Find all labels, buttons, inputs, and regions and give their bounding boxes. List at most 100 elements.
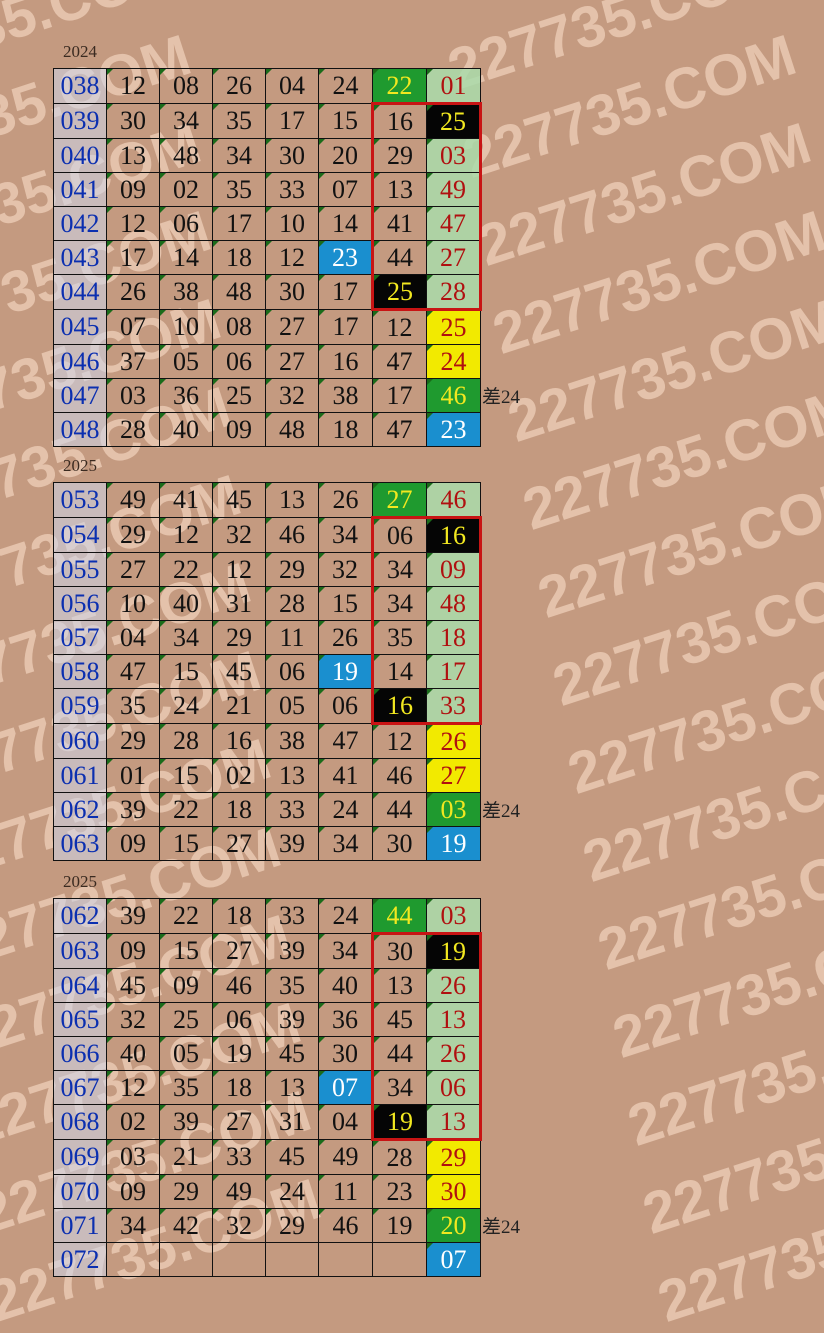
number-cell: 12 [159,517,213,553]
number-cell: 27 [265,309,319,345]
number-cell: 18 [318,412,373,447]
number-cell: 40 [159,586,213,621]
number-cell: 02 [212,758,266,793]
number-cell: 48 [159,138,213,173]
watermark-text: 227735.COM [605,902,824,1071]
number-cell: 18 [212,240,266,275]
number-cell: 17 [318,309,373,345]
number-cell: 30 [372,826,427,861]
number-cell: 12 [372,309,427,345]
number-cell: 21 [159,1139,213,1175]
watermark-text: 227735.COM [470,110,819,279]
issue-number: 067 [53,1070,107,1105]
number-cell: 46 [318,1208,373,1243]
number-cell: 33 [265,792,319,827]
number-cell: 29 [426,1139,481,1175]
number-cell: 13 [106,138,160,173]
issue-number: 053 [53,482,107,518]
number-cell: 27 [106,552,160,587]
watermark-text: 227735.COM [440,0,789,103]
watermark-text: 227735.COM [530,462,824,631]
number-cell: 24 [265,1174,319,1209]
number-cell: 06 [426,1070,482,1105]
number-cell: 49 [318,1139,373,1175]
number-cell: 21 [212,688,266,724]
number-cell: 07 [106,309,160,345]
number-cell [106,1242,160,1277]
table-row: 062 39 22 18 33 24 44 03 [53,898,481,934]
number-cell: 49 [426,172,482,207]
issue-number: 061 [53,758,107,793]
number-cell: 13 [426,1002,482,1037]
number-cell: 19 [426,826,481,861]
number-cell: 24 [318,792,373,827]
number-cell: 41 [159,482,213,518]
number-cell: 24 [318,68,373,104]
number-cell: 35 [159,1070,213,1105]
watermark-text: 227735.COM [620,990,824,1159]
number-cell: 44 [371,240,427,275]
number-cell: 40 [318,968,373,1003]
number-cell: 38 [265,723,319,759]
number-cell: 45 [212,482,266,518]
number-cell: 44 [372,898,427,934]
number-cell: 18 [212,792,266,827]
watermark-text: 227735.COM [455,22,804,191]
issue-number: 055 [53,552,107,587]
table-row: 044 26 38 48 30 17 25 28 [53,274,482,311]
watermark-text: 227735.COM [545,550,824,719]
number-cell: 26 [426,1036,482,1071]
number-cell: 47 [372,344,427,379]
number-cell: 23 [426,412,481,447]
number-cell: 11 [318,1174,373,1209]
number-cell: 14 [318,206,373,241]
number-cell [372,1242,427,1277]
number-cell: 17 [318,274,373,310]
number-cell: 30 [371,932,427,969]
table-row: 066 40 05 19 45 30 44 26 [53,1036,482,1071]
number-cell: 05 [265,688,319,724]
number-cell: 27 [212,1104,266,1140]
number-cell: 19 [372,1208,427,1243]
issue-number: 042 [53,206,107,241]
number-cell: 06 [212,1002,266,1037]
number-cell: 19 [371,1104,427,1141]
number-cell: 47 [106,654,160,689]
number-cell: 47 [372,412,427,447]
number-cell: 10 [159,309,213,345]
number-cell: 46 [426,482,481,518]
number-cell: 03 [426,138,482,173]
table-row: 039 30 34 35 17 15 16 25 [53,102,482,139]
number-cell: 30 [106,103,160,139]
number-cell: 26 [426,723,481,759]
number-cell: 36 [159,378,213,413]
watermark-text: 227735.COM [590,814,824,983]
number-cell: 46 [426,378,481,413]
number-cell: 26 [318,620,373,655]
number-cell: 26 [426,968,482,1003]
issue-number: 060 [53,723,107,759]
issue-number: 044 [53,274,107,310]
number-cell [318,1242,373,1277]
number-cell: 23 [372,1174,427,1209]
issue-number: 047 [53,378,107,413]
issue-number: 039 [53,103,107,139]
table-row: 057 04 34 29 11 26 35 18 [53,620,482,655]
number-cell: 17 [265,103,319,139]
table-row: 063 09 15 27 39 34 30 19 [53,932,482,969]
table-row: 064 45 09 46 35 40 13 26 [53,968,482,1003]
number-cell: 09 [159,968,213,1003]
number-cell: 05 [159,1036,213,1071]
number-cell: 09 [106,933,160,969]
issue-number: 056 [53,586,107,621]
table-row: 069 03 21 33 45 49 28 29 [53,1139,481,1175]
issue-number: 064 [53,968,107,1003]
number-cell: 09 [426,552,482,587]
number-cell: 20 [318,138,373,173]
draw-table: 038 12 08 26 04 24 22 01 039 30 34 35 17 15 16 25 040 13 4… [53,68,482,447]
number-cell: 16 [371,102,427,139]
number-cell: 40 [159,412,213,447]
issue-number: 040 [53,138,107,173]
table-row: 070 09 29 49 24 11 23 30 [53,1174,481,1209]
number-cell: 24 [159,688,213,724]
